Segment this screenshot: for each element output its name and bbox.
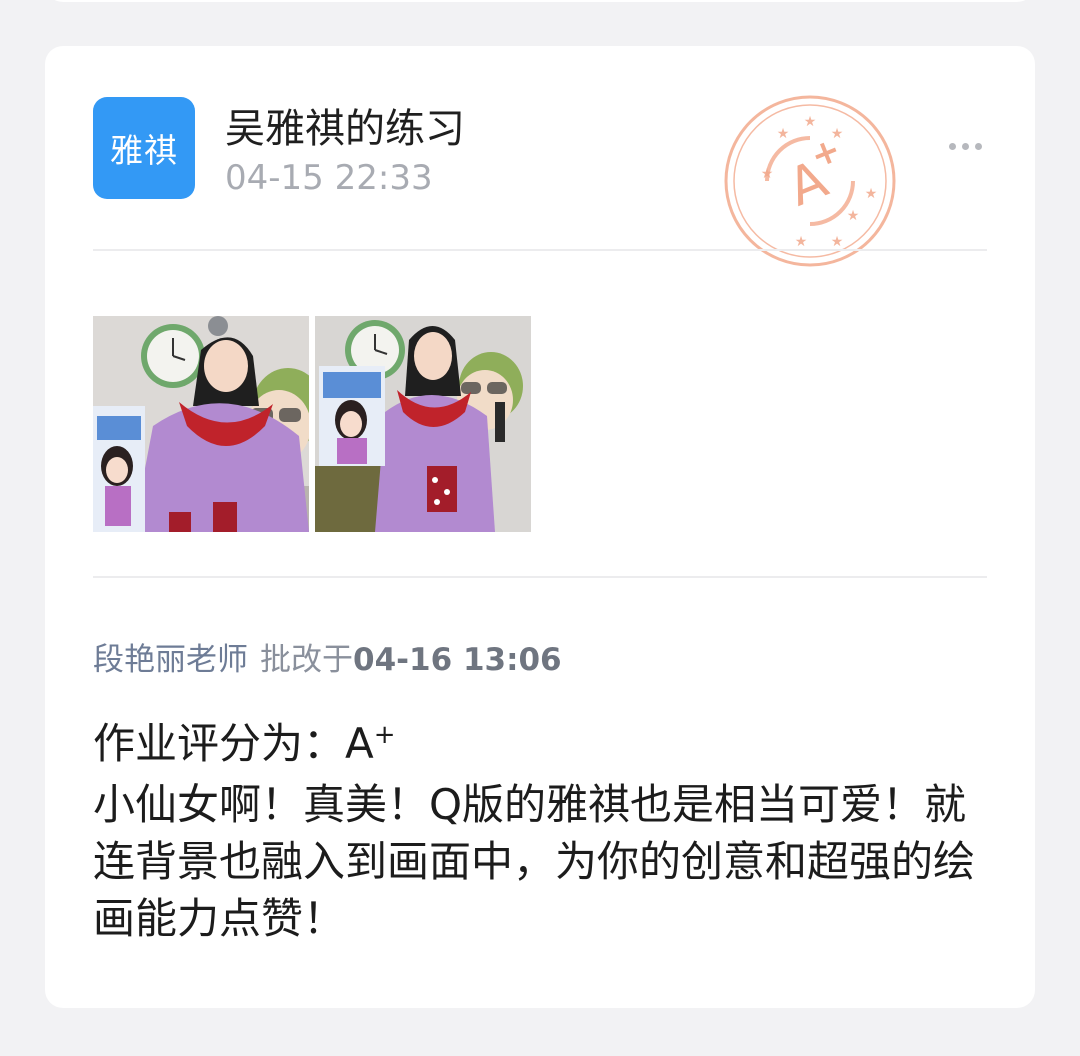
grade-stamp: ★ ★ ★ ★ ★ ★ ★ ★ A + [724, 95, 896, 267]
more-horizontal-icon [948, 142, 956, 150]
work-photo-2[interactable] [315, 316, 531, 532]
header-divider [93, 249, 987, 251]
more-horizontal-icon-dot [961, 142, 969, 150]
svg-text:★: ★ [831, 234, 844, 250]
work-photo-1[interactable] [93, 316, 309, 532]
grade-value: A [345, 719, 374, 768]
svg-text:★: ★ [847, 208, 860, 224]
review-date: 04-16 13:06 [353, 642, 562, 678]
avatar[interactable]: 雅祺 [93, 97, 195, 199]
review-verb: 批改于 [260, 642, 353, 678]
review-info: 段艳丽老师 批改于04-16 13:06 [93, 634, 562, 679]
svg-text:★: ★ [865, 186, 878, 202]
homework-card: 雅祺 吴雅祺的练习 04-15 22:33 ★ ★ ★ ★ ★ ★ ★ ★ A … [45, 46, 1035, 1008]
teacher-comment: 小仙女啊！真美！Q版的雅祺也是相当可爱！就连背景也融入到画面中，为你的创意和超强… [93, 780, 976, 943]
previous-card-edge [45, 0, 1035, 2]
grade-plus: + [373, 720, 396, 750]
svg-text:★: ★ [777, 126, 790, 142]
svg-text:★: ★ [804, 114, 817, 130]
more-horizontal-icon-dot [974, 142, 982, 150]
photo-icon [93, 316, 309, 532]
post-title: 吴雅祺的练习 [225, 106, 465, 152]
svg-text:★: ★ [761, 166, 774, 182]
grade-label: 作业评分为： [93, 719, 346, 768]
svg-text:★: ★ [795, 234, 808, 250]
post-timestamp: 04-15 22:33 [225, 158, 433, 198]
content-divider [93, 576, 987, 578]
grade-line: 作业评分为：A+ [93, 710, 396, 771]
teacher-name[interactable]: 段艳丽老师 [93, 642, 248, 678]
more-options-button[interactable] [935, 128, 995, 164]
photo-icon [315, 316, 531, 532]
